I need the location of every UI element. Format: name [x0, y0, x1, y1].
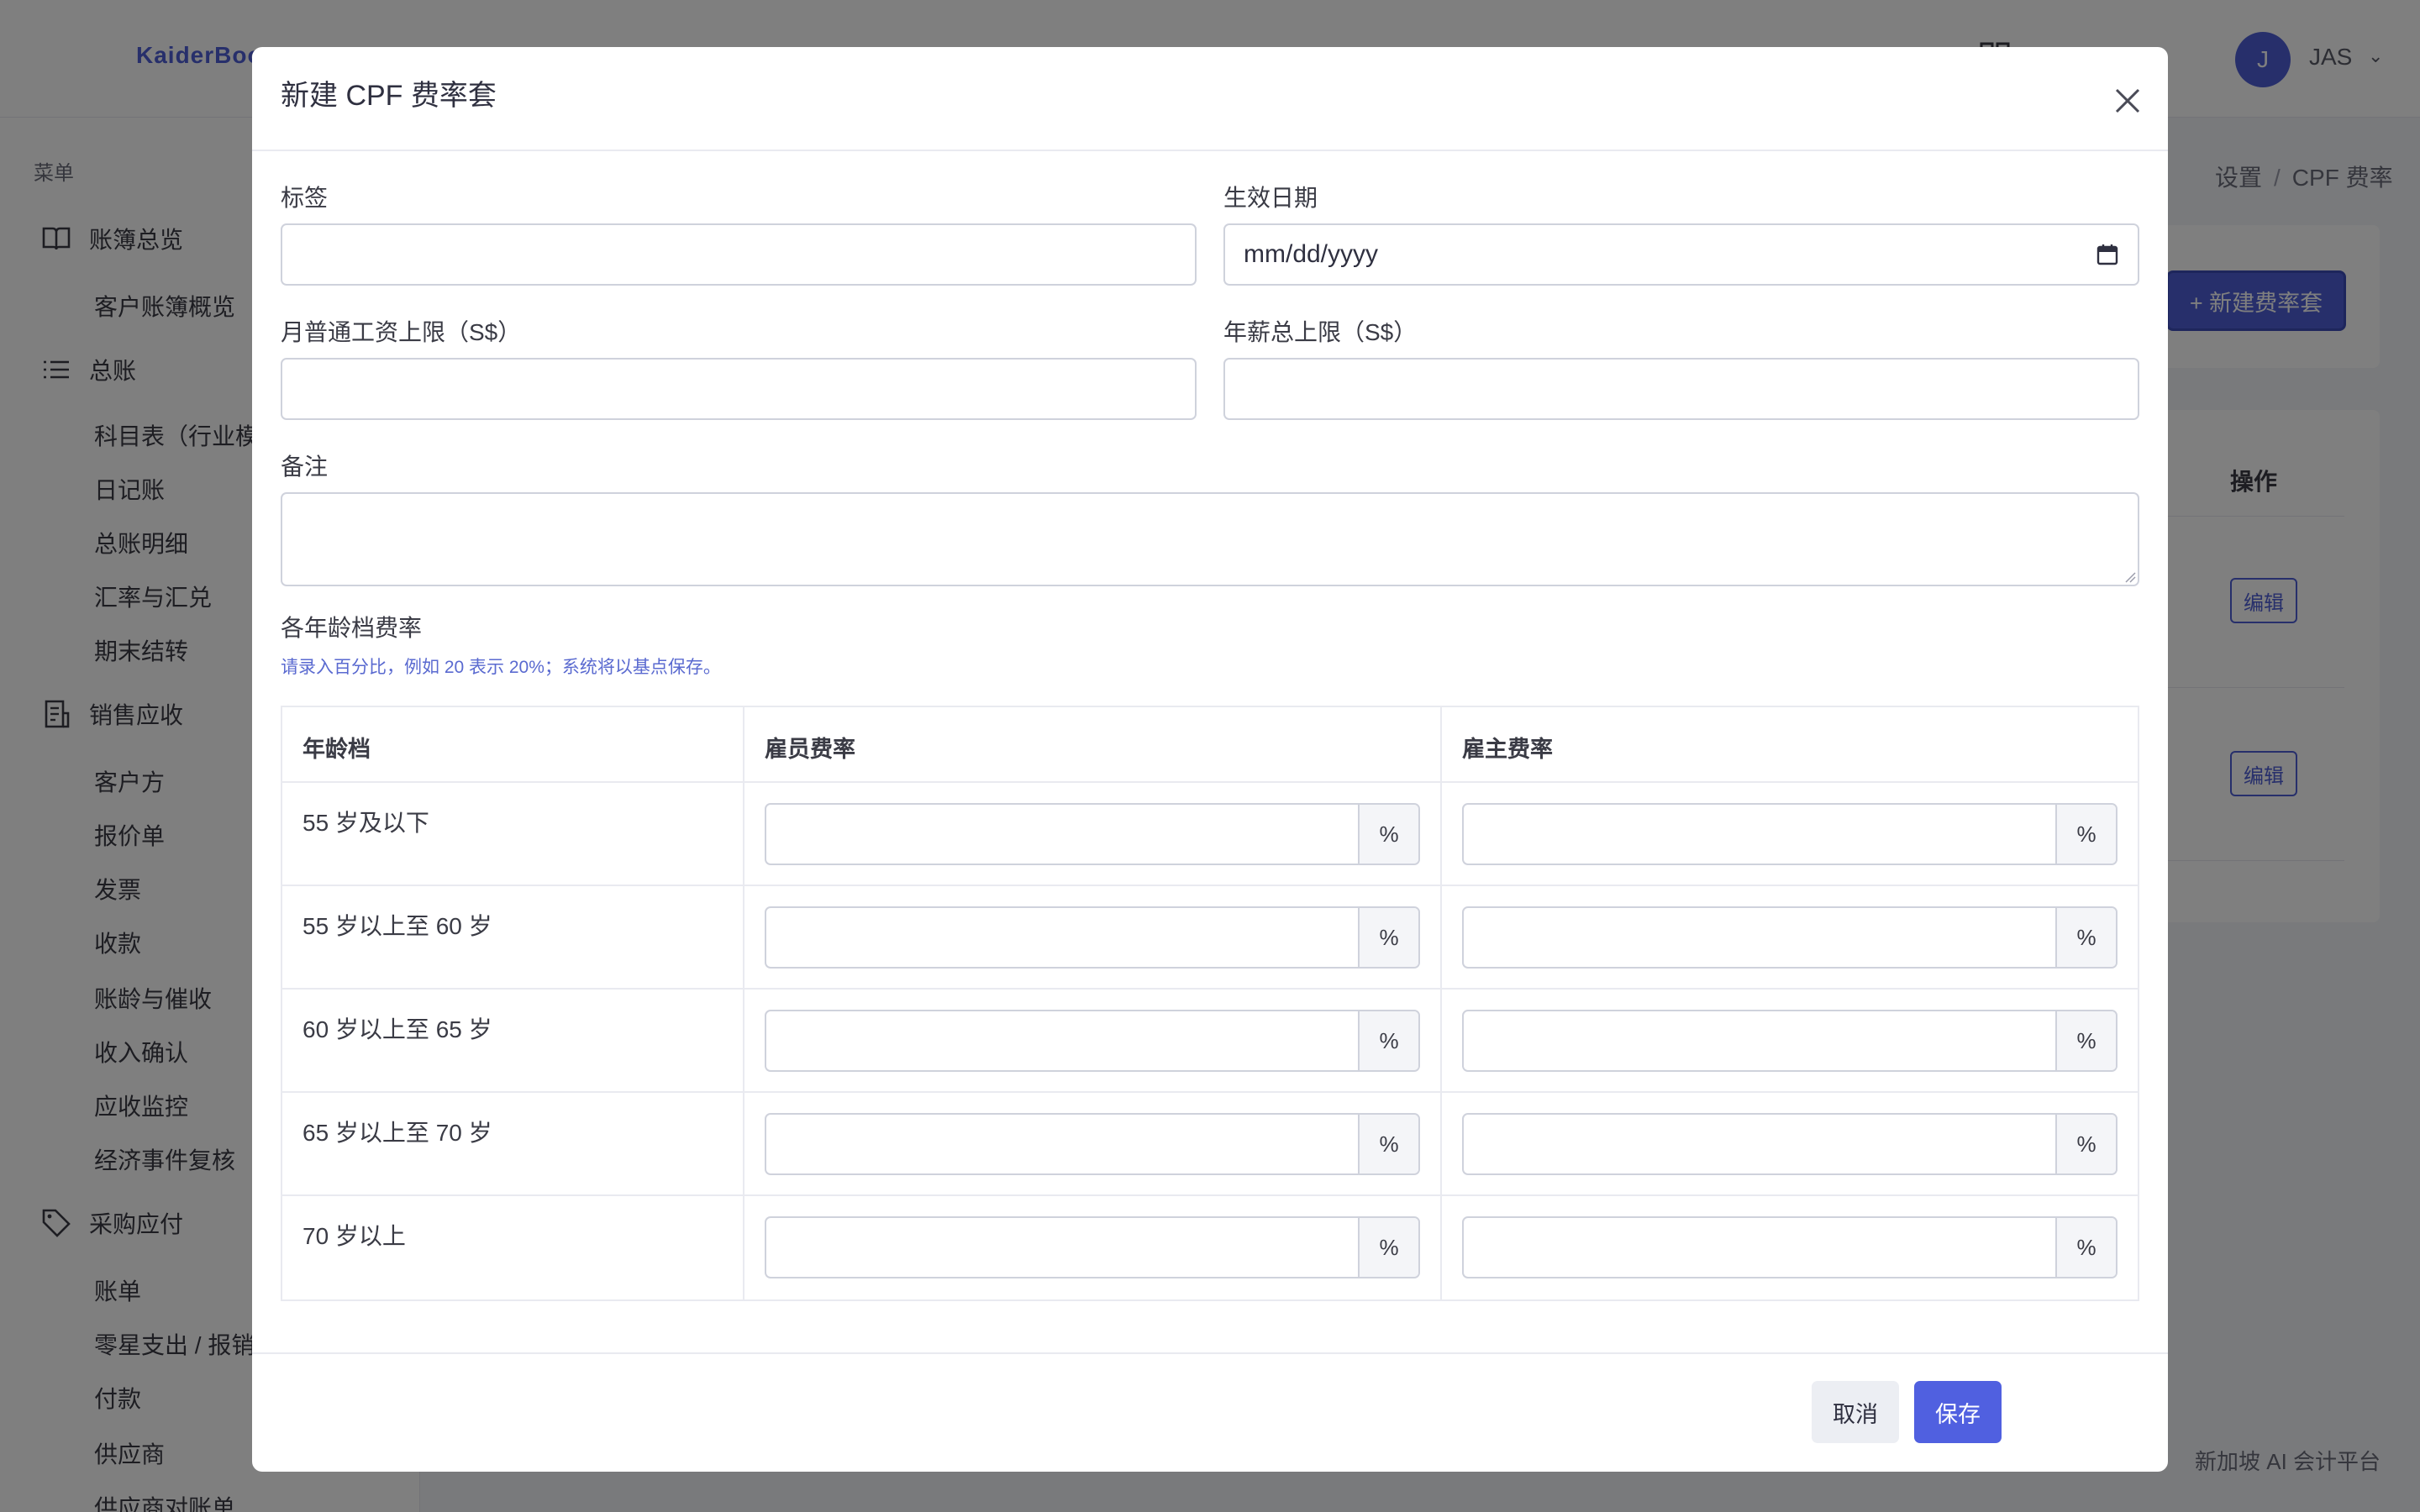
effective-date-input[interactable]: mm/dd/yyyy — [1223, 223, 2139, 286]
table-row: 65 岁以上至 70 岁 % % — [282, 1093, 2138, 1196]
employer-rate-input[interactable] — [1464, 1115, 2055, 1173]
percent-suffix: % — [2055, 908, 2116, 967]
table-row: 55 岁及以下 % % — [282, 783, 2138, 886]
employee-rate-group: % — [765, 1113, 1420, 1175]
column-header-employee-rate: 雇员费率 — [744, 707, 1442, 781]
monthly-wage-cap-label: 月普通工资上限（S$） — [281, 319, 522, 345]
age-band-label: 65 岁以上至 70 岁 — [302, 1120, 492, 1146]
percent-suffix: % — [1358, 805, 1418, 864]
employee-rate-input[interactable] — [766, 1011, 1358, 1070]
annual-wage-cap-label: 年薪总上限（S$） — [1223, 319, 1418, 345]
cancel-button[interactable]: 取消 — [1812, 1381, 1899, 1443]
employer-rate-input[interactable] — [1464, 1011, 2055, 1070]
label-field-label: 标签 — [281, 185, 329, 211]
employee-rate-group: % — [765, 803, 1420, 865]
column-header-age-band: 年龄档 — [282, 707, 744, 781]
employee-rate-group: % — [765, 1216, 1420, 1278]
table-row: 60 岁以上至 65 岁 % % — [282, 990, 2138, 1093]
annual-wage-cap-input[interactable] — [1223, 358, 2139, 420]
modal-title: 新建 CPF 费率套 — [281, 80, 497, 112]
percent-suffix: % — [1358, 908, 1418, 967]
effective-date-value: mm/dd/yyyy — [1244, 240, 1379, 268]
employee-rate-input[interactable] — [766, 1218, 1358, 1277]
age-rates-table: 年龄档 雇员费率 雇主费率 55 岁及以下 % % 55 岁以上至 60 岁 %… — [281, 706, 2139, 1301]
employee-rate-input[interactable] — [766, 908, 1358, 967]
percent-suffix: % — [1358, 1011, 1418, 1070]
resize-handle-icon[interactable] — [2124, 571, 2136, 583]
column-header-employer-rate: 雇主费率 — [1462, 737, 1553, 762]
table-row: 70 岁以上 % % — [282, 1196, 2138, 1299]
close-icon — [2115, 88, 2140, 113]
new-cpf-rate-set-modal: 新建 CPF 费率套 标签 生效日期 mm/dd/yyyy 月普通工资上限（S$… — [252, 47, 2168, 1472]
age-band-label: 60 岁以上至 65 岁 — [302, 1016, 492, 1042]
employer-rate-group: % — [1462, 1216, 2118, 1278]
age-band-label: 70 岁以上 — [302, 1223, 406, 1249]
percent-suffix: % — [1358, 1115, 1418, 1173]
save-button[interactable]: 保存 — [1914, 1381, 2002, 1443]
employer-rate-input[interactable] — [1464, 908, 2055, 967]
percent-suffix: % — [2055, 1218, 2116, 1277]
calendar-icon[interactable] — [2096, 243, 2119, 266]
employee-rate-group: % — [765, 906, 1420, 969]
age-rates-title: 各年龄档费率 — [281, 615, 423, 641]
employer-rate-input[interactable] — [1464, 1218, 2055, 1277]
modal-footer: 取消 保存 — [252, 1352, 2168, 1472]
employer-rate-group: % — [1462, 1113, 2118, 1175]
notes-textarea[interactable] — [281, 492, 2139, 586]
percent-suffix: % — [2055, 1011, 2116, 1070]
employer-rate-group: % — [1462, 906, 2118, 969]
percent-suffix: % — [2055, 1115, 2116, 1173]
close-button[interactable] — [2109, 82, 2146, 119]
monthly-wage-cap-input[interactable] — [281, 358, 1197, 420]
label-input[interactable] — [281, 223, 1197, 286]
age-band-label: 55 岁及以下 — [302, 810, 429, 836]
employer-rate-group: % — [1462, 803, 2118, 865]
percent-suffix: % — [1358, 1218, 1418, 1277]
age-band-label: 55 岁以上至 60 岁 — [302, 913, 492, 939]
table-row: 55 岁以上至 60 岁 % % — [282, 886, 2138, 990]
modal-header: 新建 CPF 费率套 — [252, 47, 2168, 151]
employer-rate-group: % — [1462, 1010, 2118, 1072]
employer-rate-input[interactable] — [1464, 805, 2055, 864]
table-header-row: 年龄档 雇员费率 雇主费率 — [282, 707, 2138, 783]
employee-rate-input[interactable] — [766, 1115, 1358, 1173]
percent-suffix: % — [2055, 805, 2116, 864]
employee-rate-input[interactable] — [766, 805, 1358, 864]
effective-date-label: 生效日期 — [1223, 185, 1318, 211]
age-rates-hint: 请录入百分比，例如 20 表示 20%；系统将以基点保存。 — [281, 658, 721, 677]
employee-rate-group: % — [765, 1010, 1420, 1072]
notes-label: 备注 — [281, 454, 329, 480]
